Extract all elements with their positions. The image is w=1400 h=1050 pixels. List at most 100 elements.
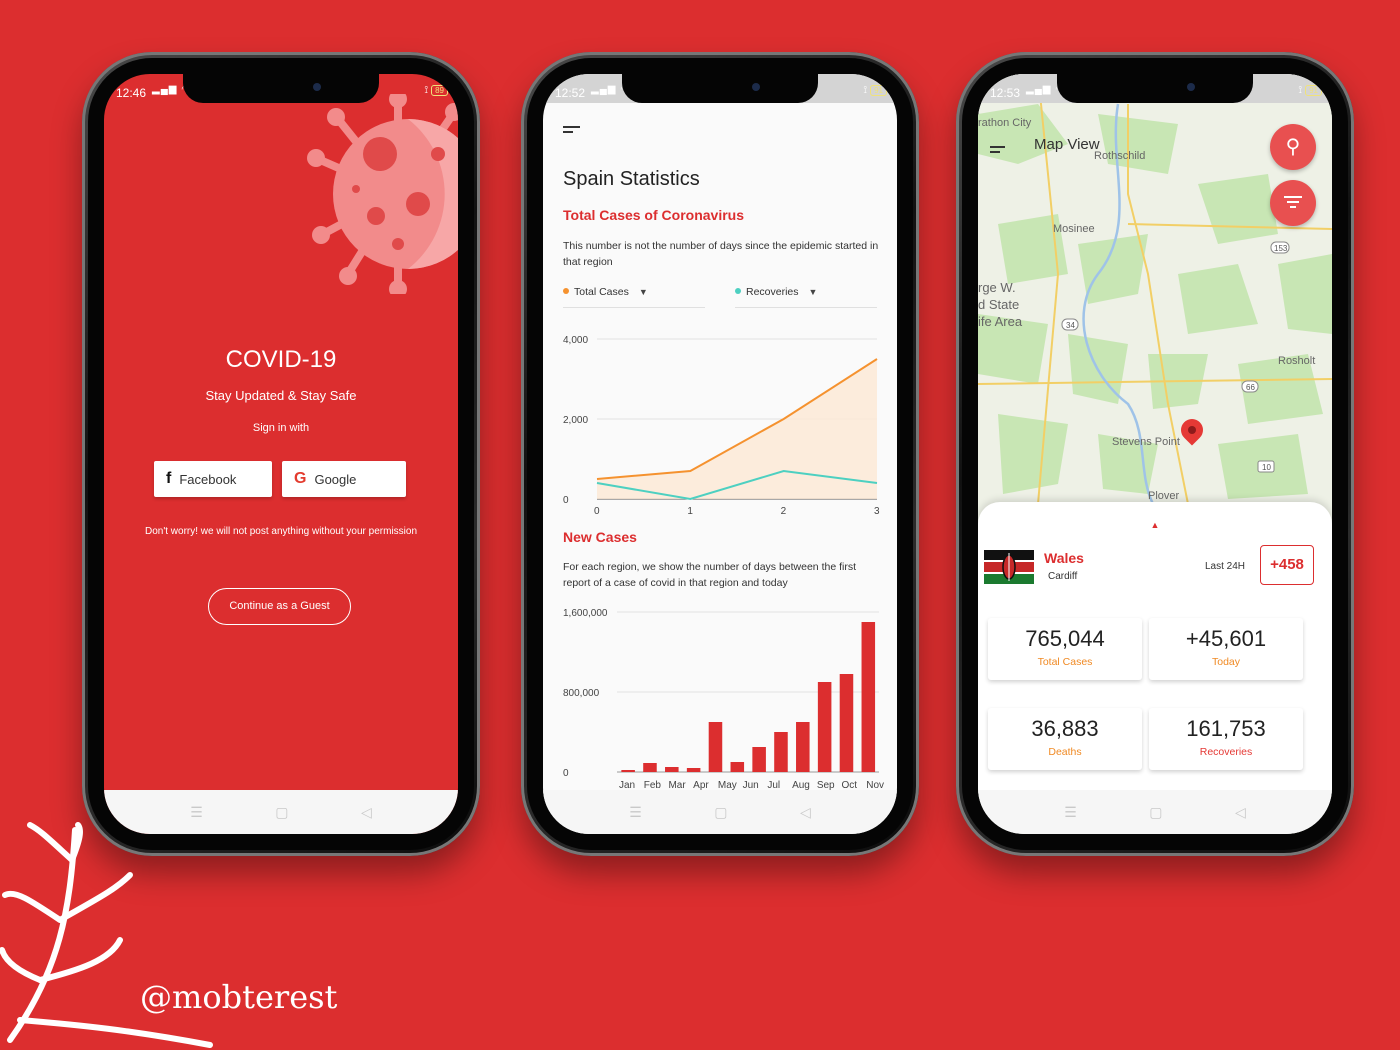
map-title: Map View bbox=[1034, 136, 1100, 153]
status-time: 12:46 bbox=[116, 86, 147, 100]
back-nav-icon[interactable]: ◁ bbox=[361, 804, 372, 821]
city-name: Cardiff bbox=[1048, 571, 1078, 582]
phone-map: rathon City Rothschild Mosinee rge W. d … bbox=[956, 52, 1354, 856]
map-label: Stevens Point bbox=[1112, 436, 1180, 448]
last-24h-label: Last 24H bbox=[1205, 561, 1246, 572]
flag-icon bbox=[984, 550, 1034, 584]
stat-label: Deaths bbox=[1048, 746, 1082, 758]
app-title: COVID-19 bbox=[225, 346, 337, 373]
google-button[interactable]: G Google bbox=[282, 461, 406, 497]
last-24h-badge: +458 bbox=[1260, 545, 1314, 585]
menu-nav-icon[interactable]: ☰ bbox=[629, 804, 642, 821]
recoveries-dropdown[interactable]: Recoveries ▼ bbox=[735, 286, 877, 308]
y-tick-label: 2,000 bbox=[563, 415, 588, 426]
stat-label: Total Cases bbox=[1037, 656, 1093, 668]
vibrate-icon: ⟟ bbox=[1298, 85, 1303, 96]
chevron-up-icon[interactable]: ▲ bbox=[1151, 520, 1160, 530]
status-right: ⟟ 91 bbox=[863, 85, 887, 96]
home-nav-icon[interactable]: ▢ bbox=[275, 804, 288, 821]
back-nav-icon[interactable]: ◁ bbox=[800, 804, 811, 821]
statistics-screen: 12:52 ▂▄▆ ◠ ⟟ 91 Spain Statistics Total C… bbox=[543, 74, 897, 834]
signin-label: Sign in with bbox=[252, 422, 310, 434]
map-label: ife Area bbox=[978, 314, 1023, 329]
facebook-button[interactable]: f Facebook bbox=[154, 461, 272, 497]
today-card: +45,601 Today bbox=[1149, 618, 1303, 680]
vibrate-icon: ⟟ bbox=[424, 85, 429, 96]
facebook-icon: f bbox=[166, 470, 172, 487]
bar bbox=[643, 763, 657, 772]
android-nav-bar: ☰ ▢ ◁ bbox=[543, 790, 897, 834]
dropdown-label: Total Cases bbox=[574, 286, 629, 298]
bar bbox=[861, 622, 876, 772]
bar bbox=[817, 682, 832, 772]
road-label: 34 bbox=[1066, 321, 1075, 330]
battery-icon: 91 bbox=[870, 85, 887, 96]
road-label: 66 bbox=[1246, 383, 1255, 392]
phone-statistics: 12:52 ▂▄▆ ◠ ⟟ 91 Spain Statistics Total C… bbox=[521, 52, 919, 856]
search-icon: ⚲ bbox=[1285, 136, 1301, 158]
y-tick-label: 4,000 bbox=[563, 335, 588, 346]
google-label: Google bbox=[314, 471, 357, 487]
stat-value: 765,044 bbox=[1025, 626, 1105, 651]
stat-value: +45,601 bbox=[1185, 626, 1267, 651]
home-nav-icon[interactable]: ▢ bbox=[714, 804, 727, 821]
menu-nav-icon[interactable]: ☰ bbox=[1064, 804, 1077, 821]
facebook-label: Facebook bbox=[179, 471, 237, 487]
filter-icon bbox=[1270, 180, 1316, 208]
map-label: d State bbox=[978, 297, 1019, 312]
orange-dot-icon bbox=[563, 288, 569, 294]
deaths-card: 36,883 Deaths bbox=[988, 708, 1142, 770]
author-handle: @mobterest bbox=[140, 978, 338, 1016]
bar bbox=[796, 722, 810, 772]
status-right: ⟟ 89 bbox=[424, 85, 448, 96]
y-tick-label: 1,600,000 bbox=[563, 608, 608, 619]
home-nav-icon[interactable]: ▢ bbox=[1149, 804, 1162, 821]
privacy-note: Don't worry! we will not post anything w… bbox=[144, 526, 418, 537]
bar bbox=[752, 747, 766, 772]
map-label: rathon City bbox=[978, 117, 1032, 129]
notch bbox=[183, 74, 379, 103]
caret-down-icon: ▼ bbox=[638, 287, 648, 297]
page-title: Spain Statistics bbox=[563, 168, 700, 190]
recoveries-card: 161,753 Recoveries bbox=[1149, 708, 1303, 770]
y-tick-label: 800,000 bbox=[563, 688, 600, 699]
continue-guest-button[interactable]: Continue as a Guest bbox=[208, 588, 351, 625]
y-tick-label: 0 bbox=[563, 495, 569, 506]
battery-icon: 91 bbox=[1305, 85, 1322, 96]
back-nav-icon[interactable]: ◁ bbox=[1235, 804, 1246, 821]
map-label: Plover bbox=[1148, 490, 1180, 502]
stat-label: Recoveries bbox=[1199, 746, 1253, 758]
map-label: Mosinee bbox=[1053, 223, 1095, 235]
google-icon: G bbox=[294, 470, 307, 487]
caret-down-icon: ▼ bbox=[808, 287, 818, 297]
stat-label: Today bbox=[1211, 656, 1241, 668]
total-cases-dropdown[interactable]: Total Cases ▼ bbox=[563, 286, 705, 308]
notch bbox=[1057, 74, 1253, 103]
bar bbox=[730, 762, 745, 772]
status-right: ⟟ 91 bbox=[1298, 85, 1322, 96]
menu-icon[interactable] bbox=[990, 146, 1005, 156]
teal-dot-icon bbox=[735, 288, 741, 294]
android-nav-bar: ☰ ▢ ◁ bbox=[978, 790, 1332, 834]
app-subtitle: Stay Updated & Stay Safe bbox=[205, 388, 357, 403]
total-cases-description: This number is not the number of days si… bbox=[563, 240, 879, 268]
country-bottom-sheet: ▲ Wales Cardiff Last 24H +458 765,044 To… bbox=[978, 502, 1332, 790]
bar bbox=[708, 722, 723, 772]
total-cases-line-chart: 4,000 2,000 0 0 1 2 3 bbox=[563, 335, 880, 517]
phone-login: 12:46 ▂▄▆ ◠ ⟟ 89 COVID-19 Stay Updated &… bbox=[82, 52, 480, 856]
map-screen: rathon City Rothschild Mosinee rge W. d … bbox=[978, 74, 1332, 834]
new-cases-description: For each region, we show the number of d… bbox=[563, 561, 856, 589]
total-cases-heading: Total Cases of Coronavirus bbox=[563, 207, 745, 223]
road-label: 10 bbox=[1262, 463, 1271, 472]
search-button[interactable]: ⚲ bbox=[1270, 124, 1316, 170]
x-tick-label: 3 bbox=[874, 506, 880, 517]
menu-nav-icon[interactable]: ☰ bbox=[190, 804, 203, 821]
filter-button[interactable] bbox=[1270, 180, 1316, 226]
country-name: Wales bbox=[1044, 550, 1084, 566]
new-cases-bar-chart: 1,600,000800,0000Jan Feb Mar Apr May Jun Jul Au… bbox=[563, 608, 884, 791]
vibrate-icon: ⟟ bbox=[863, 85, 868, 96]
x-tick-label: 0 bbox=[594, 506, 600, 517]
status-time: 12:53 bbox=[990, 86, 1021, 100]
login-screen: 12:46 ▂▄▆ ◠ ⟟ 89 COVID-19 Stay Updated &… bbox=[104, 74, 458, 834]
menu-icon[interactable] bbox=[563, 126, 580, 136]
